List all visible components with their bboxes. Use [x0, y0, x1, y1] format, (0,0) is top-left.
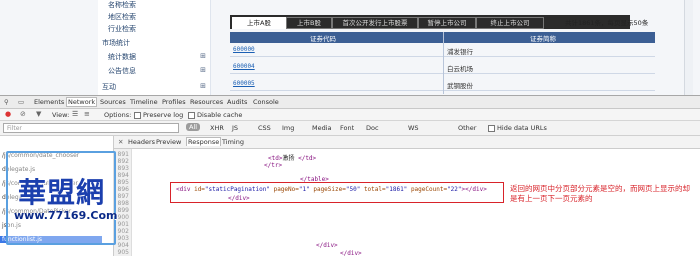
filter-type-img[interactable]: Img	[282, 124, 294, 132]
tab-preview[interactable]: Preview	[156, 138, 181, 146]
security-name: 浦发银行	[447, 48, 473, 56]
tab-suspended-companies[interactable]: 暂停上市公司	[418, 17, 476, 29]
nav-item-region-search[interactable]: 地区检索	[108, 12, 136, 22]
nav-item-announcements[interactable]: 公告信息	[108, 66, 136, 76]
options-label: Options:	[104, 111, 132, 119]
code-text: 激扬	[282, 155, 295, 162]
overview-icon[interactable]: ≡	[84, 110, 90, 118]
line-number: 901	[117, 221, 129, 228]
code-line: </div>	[316, 242, 338, 249]
tab-elements[interactable]: Elements	[34, 98, 64, 106]
line-number: 902	[117, 228, 129, 235]
line-number: 900	[117, 214, 129, 221]
line-number: 892	[117, 158, 129, 165]
clear-icon[interactable]: ⊘	[20, 110, 26, 118]
tab-timing[interactable]: Timing	[222, 138, 244, 146]
checkbox-box[interactable]	[488, 124, 495, 132]
code-line: </tr>	[264, 162, 283, 169]
expand-plus-icon[interactable]: ⊞	[200, 82, 206, 90]
line-number: 904	[117, 242, 129, 249]
watermark-logo: 華盟網	[18, 176, 106, 209]
left-navigation: 名称检索 地区检索 行业检索 市场统计 统计数据 ⊞ 公告信息 ⊞ 互动 ⊞	[98, 0, 211, 95]
security-code-link[interactable]: 600000	[233, 46, 255, 53]
filter-type-websockets[interactable]: WS	[408, 124, 419, 132]
tab-resources[interactable]: Resources	[190, 98, 223, 106]
filter-type-xhr[interactable]: XHR	[210, 124, 224, 132]
disable-cache-label: Disable cache	[197, 111, 243, 119]
code-tag: <td>	[268, 155, 283, 162]
security-name: 武钢股份	[447, 82, 473, 90]
close-icon[interactable]: ✕	[118, 138, 123, 146]
filter-type-all[interactable]: All	[186, 123, 201, 131]
nav-item-industry-search[interactable]: 行业检索	[108, 24, 136, 34]
tab-response[interactable]: Response	[186, 137, 222, 146]
nav-item-interactive[interactable]: 互动	[102, 82, 116, 92]
filter-type-media[interactable]: Media	[312, 124, 332, 132]
watermark-url: www.77169.Com	[14, 209, 118, 222]
checkbox-box[interactable]	[188, 111, 195, 119]
code-line: <td>激扬 </td>	[268, 153, 316, 162]
tab-listed-a-shares[interactable]: 上市A股	[232, 17, 286, 29]
record-icon[interactable]: ●	[5, 110, 11, 118]
tab-audits[interactable]: Audits	[227, 98, 247, 106]
tab-sources[interactable]: Sources	[100, 98, 126, 106]
network-toolbar: ● ⊘ ▼ View: ☰ ≡ Options: Preserve log Di…	[0, 109, 700, 121]
line-number: 893	[117, 165, 129, 172]
devtools-tab-bar: ⚲ ▭ Elements Network Sources Timeline Pr…	[0, 96, 700, 109]
line-number: 891	[117, 151, 129, 158]
list-view-icon[interactable]: ☰	[72, 110, 78, 118]
tab-headers[interactable]: Headers	[128, 138, 155, 146]
nav-item-name-search[interactable]: 名称检索	[108, 0, 136, 10]
tab-delisted-companies[interactable]: 终止上市公司	[476, 17, 544, 29]
device-mode-icon[interactable]: ▭	[18, 98, 24, 106]
annotation-highlight-box	[170, 182, 504, 203]
line-number: 899	[117, 207, 129, 214]
tab-ipo-shares[interactable]: 首次公开发行上市股票	[332, 17, 418, 29]
view-label: View:	[52, 111, 70, 119]
column-divider	[443, 32, 444, 94]
nav-item-market-stats[interactable]: 市场统计	[102, 38, 130, 48]
tab-console[interactable]: Console	[253, 98, 279, 106]
filter-type-css[interactable]: CSS	[258, 124, 271, 132]
preserve-log-label: Preserve log	[143, 111, 184, 119]
preserve-log-checkbox[interactable]: Preserve log	[134, 111, 183, 119]
page-scrollbar[interactable]	[684, 0, 693, 95]
line-number: 897	[117, 193, 129, 200]
line-number: 898	[117, 200, 129, 207]
filter-type-doc[interactable]: Doc	[366, 124, 379, 132]
hide-data-urls-label: Hide data URLs	[497, 124, 547, 132]
disable-cache-checkbox[interactable]: Disable cache	[188, 111, 242, 119]
nav-item-stats-data[interactable]: 统计数据	[108, 52, 136, 62]
annotation-note: 返回的网页中分页部分元素是空的，而网页上显示的却是有上一页下一页元素的	[510, 184, 690, 203]
hide-data-urls-checkbox[interactable]: Hide data URLs	[488, 124, 547, 132]
security-code-link[interactable]: 600004	[233, 63, 255, 70]
column-header-code: 证券代码	[310, 35, 336, 43]
code-tag: </td>	[298, 155, 317, 162]
response-tab-bar: ✕ Headers Preview Response Timing	[114, 136, 700, 149]
column-header-name: 证券简称	[530, 35, 556, 43]
expand-plus-icon[interactable]: ⊞	[200, 66, 206, 74]
expand-plus-icon[interactable]: ⊞	[200, 52, 206, 60]
filter-type-font[interactable]: Font	[340, 124, 354, 132]
security-name: 白云机场	[447, 65, 473, 73]
line-number: 895	[117, 179, 129, 186]
tab-timeline[interactable]: Timeline	[130, 98, 158, 106]
line-number-gutter: 891 892 893 894 895 896 897 898 899 900 …	[114, 149, 132, 256]
line-number: 894	[117, 172, 129, 179]
filter-icon[interactable]: ▼	[36, 110, 41, 118]
tab-listed-b-shares[interactable]: 上市B股	[286, 17, 332, 29]
checkbox-box[interactable]	[134, 111, 141, 119]
filter-input[interactable]: Filter	[3, 123, 179, 133]
inspect-icon[interactable]: ⚲	[4, 98, 9, 106]
result-summary: 共计1861条，每页显示50条	[565, 19, 649, 27]
tab-profiles[interactable]: Profiles	[162, 98, 186, 106]
line-number: 903	[117, 235, 129, 242]
filter-type-other[interactable]: Other	[458, 124, 476, 132]
security-code-link[interactable]: 600005	[233, 80, 255, 87]
filter-type-js[interactable]: JS	[232, 124, 238, 132]
tab-network[interactable]: Network	[66, 97, 98, 107]
line-number: 896	[117, 186, 129, 193]
line-number: 905	[117, 249, 129, 256]
